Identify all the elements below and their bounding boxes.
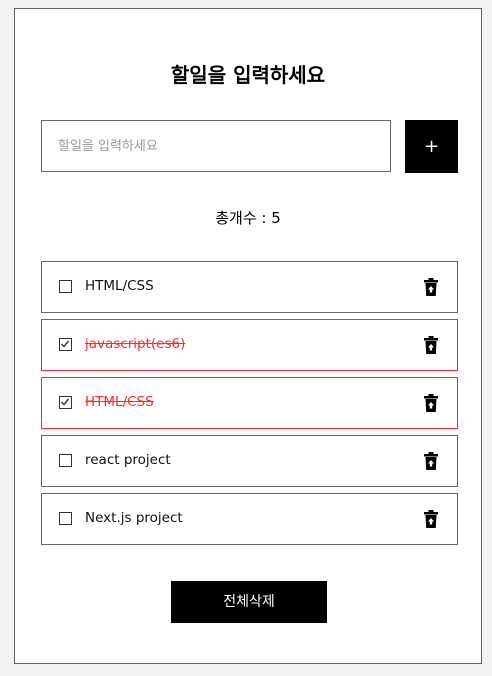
- todo-label: HTML/CSS: [85, 278, 154, 294]
- trash-icon[interactable]: [424, 510, 438, 528]
- todo-item: HTML/CSS: [41, 261, 458, 313]
- check-icon: [61, 398, 70, 406]
- page-title: 할일을 입력하세요: [170, 63, 326, 87]
- todo-checkbox[interactable]: [59, 512, 72, 525]
- trash-icon[interactable]: [424, 278, 438, 296]
- todo-item: HTML/CSS: [41, 377, 458, 429]
- todo-card: 할일을 입력하세요 + 총개수 : 5 HTML/CSS javascript(…: [14, 8, 482, 664]
- check-icon: [61, 340, 70, 348]
- todo-list: HTML/CSS javascript(es6) HTML/CSS react …: [41, 261, 458, 551]
- todo-item: react project: [41, 435, 458, 487]
- todo-label: react project: [85, 452, 171, 468]
- trash-icon[interactable]: [424, 336, 438, 354]
- todo-item: javascript(es6): [41, 319, 458, 371]
- trash-icon[interactable]: [424, 394, 438, 412]
- todo-checkbox[interactable]: [59, 280, 72, 293]
- todo-checkbox[interactable]: [59, 396, 72, 409]
- todo-label: javascript(es6): [85, 336, 186, 352]
- trash-icon[interactable]: [424, 452, 438, 470]
- clear-all-button[interactable]: 전체삭제: [171, 581, 327, 623]
- todo-checkbox[interactable]: [59, 338, 72, 351]
- todo-input[interactable]: [41, 120, 391, 172]
- total-count: 총개수 : 5: [215, 209, 281, 227]
- add-todo-button[interactable]: +: [405, 120, 458, 173]
- todo-item: Next.js project: [41, 493, 458, 545]
- todo-label: HTML/CSS: [85, 394, 154, 410]
- todo-label: Next.js project: [85, 510, 183, 526]
- todo-checkbox[interactable]: [59, 454, 72, 467]
